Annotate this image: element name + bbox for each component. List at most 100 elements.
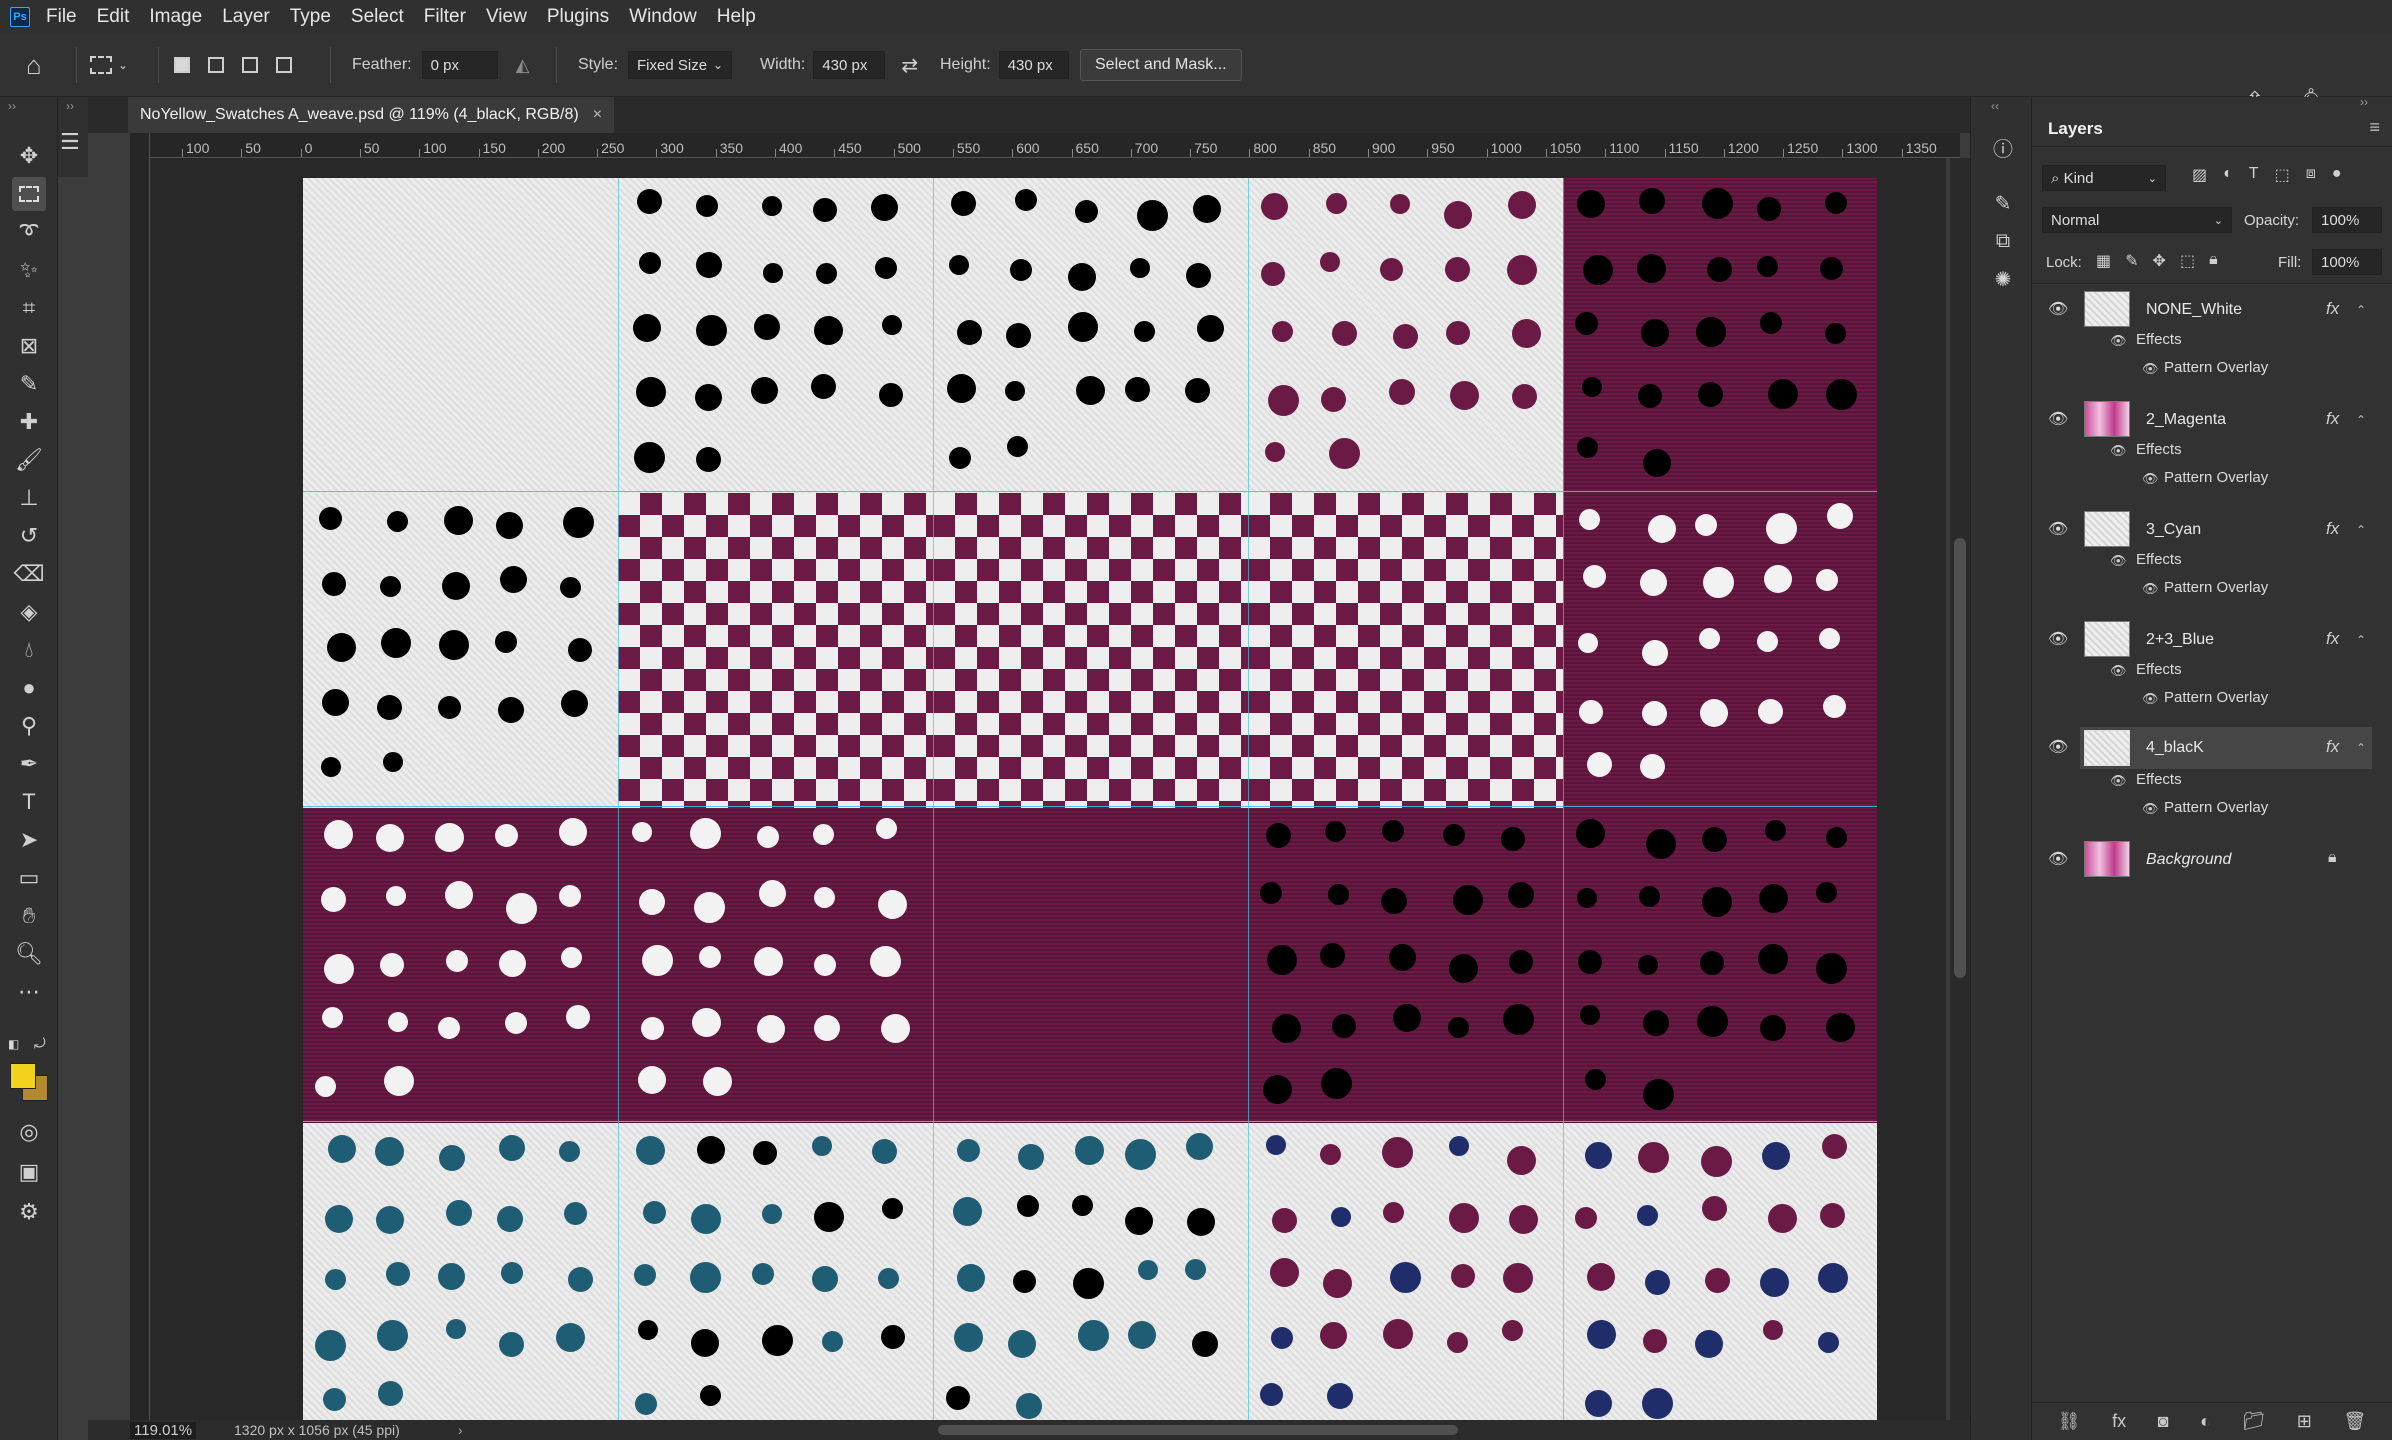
eraser-tool-icon[interactable]: ⌫: [12, 557, 46, 591]
menu-edit[interactable]: Edit: [87, 0, 140, 33]
adjustments-icon[interactable]: ✺: [1989, 265, 2017, 293]
vertical-scrollbar[interactable]: [1950, 158, 1970, 1420]
layer-effects-icon[interactable]: fx: [2326, 409, 2339, 429]
effect-eye-icon[interactable]: 👁︎: [2142, 691, 2159, 707]
quick-mask-icon[interactable]: ◎: [12, 1115, 46, 1149]
scrollbar-thumb[interactable]: [1954, 538, 1966, 978]
layer-row-2-3-blue[interactable]: 👁︎ 2+3_Blue fx ⌃ 👁︎ Effects 👁︎ Pattern O…: [2032, 619, 2372, 727]
collapse-effects-icon[interactable]: ⌃: [2356, 741, 2366, 755]
effect-pattern-overlay[interactable]: Pattern Overlay: [2164, 689, 2268, 706]
layer-name[interactable]: 2_Magenta: [2146, 411, 2226, 429]
clone-stamp-tool-icon[interactable]: ⊥: [12, 481, 46, 515]
collapse-effects-icon[interactable]: ⌃: [2356, 633, 2366, 647]
filter-type-icon[interactable]: T: [2249, 165, 2259, 185]
sponge-tool-icon[interactable]: ⚲: [12, 709, 46, 743]
path-selection-tool-icon[interactable]: ➤: [12, 823, 46, 857]
collapse-effects-icon[interactable]: ⌃: [2356, 523, 2366, 537]
visibility-eye-icon[interactable]: 👁︎: [2048, 522, 2070, 538]
fill-input[interactable]: 100%: [2312, 249, 2382, 275]
expand-panel-icon[interactable]: ››: [66, 99, 74, 113]
visibility-eye-icon[interactable]: 👁︎: [2048, 632, 2070, 648]
zoom-tool-icon[interactable]: 🔍︎: [12, 937, 46, 971]
effect-eye-icon[interactable]: 👁︎: [2142, 801, 2159, 817]
lock-transparency-icon[interactable]: ▦: [2096, 251, 2111, 271]
libraries-icon[interactable]: ⧉: [1989, 227, 2017, 255]
properties-panel-icon[interactable]: ☰: [60, 129, 80, 155]
menu-window[interactable]: Window: [619, 0, 707, 33]
vertical-guide[interactable]: [933, 178, 934, 1420]
layer-name[interactable]: 2+3_Blue: [2146, 631, 2214, 649]
rectangular-marquee-tool-icon[interactable]: [12, 177, 46, 211]
vertical-guide[interactable]: [618, 178, 619, 1420]
vertical-guide[interactable]: [1563, 178, 1564, 1420]
document-canvas[interactable]: [303, 178, 1877, 1420]
effect-pattern-overlay[interactable]: Pattern Overlay: [2164, 469, 2268, 486]
delete-layer-icon[interactable]: 🗑︎: [2343, 1411, 2366, 1432]
menu-type[interactable]: Type: [280, 0, 341, 33]
new-group-icon[interactable]: 📁︎: [2242, 1411, 2265, 1432]
filter-shape-icon[interactable]: ⬚: [2275, 165, 2290, 185]
effects-eye-icon[interactable]: 👁︎: [2110, 333, 2127, 349]
lock-all-icon[interactable]: 🔒︎: [2209, 251, 2218, 271]
layer-effects-icon[interactable]: fx: [2326, 299, 2339, 319]
visibility-eye-icon[interactable]: 👁︎: [2048, 412, 2070, 428]
lock-artboard-icon[interactable]: ⬚: [2180, 251, 2195, 271]
rectangular-marquee-preset-icon[interactable]: ⌄: [90, 33, 128, 97]
menu-view[interactable]: View: [476, 0, 537, 33]
vertical-ruler[interactable]: [130, 133, 150, 1420]
link-layers-icon[interactable]: ⛓: [2058, 1411, 2081, 1432]
horizontal-guide[interactable]: [303, 806, 1877, 807]
collapse-right-icon[interactable]: ‹‹: [1991, 99, 1999, 113]
hand-tool-icon[interactable]: ✋︎: [12, 899, 46, 933]
collapse-panel-icon[interactable]: ››: [8, 99, 16, 113]
new-layer-icon[interactable]: ⊞: [2297, 1411, 2312, 1432]
blend-mode-select[interactable]: Normal ⌄: [2042, 207, 2232, 233]
pen-tool-icon[interactable]: ✒: [12, 747, 46, 781]
intersect-selection-icon[interactable]: [270, 51, 298, 79]
lock-position-icon[interactable]: ✥: [2153, 251, 2166, 271]
paint-bucket-tool-icon[interactable]: ◈: [12, 595, 46, 629]
swap-dimensions-icon[interactable]: ⇄: [901, 53, 918, 78]
visibility-eye-icon[interactable]: 👁︎: [2048, 852, 2070, 868]
layer-effects-icon[interactable]: fx: [2326, 737, 2339, 757]
lock-pixels-icon[interactable]: ✎: [2125, 251, 2138, 271]
layer-effects-icon[interactable]: fx: [2326, 519, 2339, 539]
menu-layer[interactable]: Layer: [212, 0, 280, 33]
style-select[interactable]: Fixed Size ⌄: [628, 51, 733, 79]
magic-wand-tool-icon[interactable]: ✨︎: [12, 253, 46, 287]
blur-tool-icon[interactable]: 💧︎: [12, 633, 46, 667]
layer-name[interactable]: Background: [2146, 851, 2231, 869]
new-adjustment-layer-icon[interactable]: ◐: [2200, 1411, 2211, 1432]
layer-row-none-white[interactable]: 👁︎ NONE_White fx ⌃ 👁︎ Effects 👁︎ Pattern…: [2032, 289, 2372, 397]
layer-locked-icon[interactable]: 🔒︎: [2328, 849, 2337, 867]
info-panel-icon[interactable]: ⓘ: [1989, 133, 2017, 161]
effect-eye-icon[interactable]: 👁︎: [2142, 471, 2159, 487]
healing-brush-tool-icon[interactable]: ✚: [12, 405, 46, 439]
add-mask-icon[interactable]: ◙: [2158, 1411, 2169, 1432]
layer-name[interactable]: 4_blacK: [2146, 739, 2204, 757]
layer-name[interactable]: NONE_White: [2146, 301, 2242, 319]
horizontal-guide[interactable]: [303, 491, 1877, 492]
document-tab[interactable]: NoYellow_Swatches A_weave.psd @ 119% (4_…: [128, 97, 615, 133]
layer-row-2-magenta[interactable]: 👁︎ 2_Magenta fx ⌃ 👁︎ Effects 👁︎ Pattern …: [2032, 399, 2372, 507]
layer-row-background[interactable]: 👁︎ Background 🔒︎: [2032, 839, 2372, 885]
filter-pixel-icon[interactable]: ▨: [2192, 165, 2207, 185]
default-colors-icon[interactable]: ◧: [8, 1037, 19, 1051]
effects-eye-icon[interactable]: 👁︎: [2110, 553, 2127, 569]
brush-settings-icon[interactable]: ✎: [1989, 189, 2017, 217]
feather-input[interactable]: 0 px: [421, 51, 498, 79]
screen-mode-icon[interactable]: ▣: [12, 1155, 46, 1189]
zoom-level[interactable]: 119.01%: [130, 1421, 197, 1439]
close-tab-icon[interactable]: ×: [593, 106, 602, 124]
move-tool-icon[interactable]: ✥: [12, 139, 46, 173]
brush-tool-icon[interactable]: 🖌︎: [12, 443, 46, 477]
collapse-effects-icon[interactable]: ⌃: [2356, 413, 2366, 427]
effect-eye-icon[interactable]: 👁︎: [2142, 361, 2159, 377]
add-layer-style-icon[interactable]: fx: [2112, 1411, 2126, 1432]
visibility-eye-icon[interactable]: 👁︎: [2048, 740, 2070, 756]
collapse-effects-icon[interactable]: ⌃: [2356, 303, 2366, 317]
horizontal-ruler[interactable]: 100 50 0 50 100 150 200 250 300 350 400 450 500 550 60…: [150, 133, 1960, 158]
document-info[interactable]: 1320 px x 1056 px (45 ppi): [234, 1422, 400, 1438]
crop-tool-icon[interactable]: ⌗: [12, 291, 46, 325]
filter-adjustment-icon[interactable]: ◐: [2223, 165, 2233, 185]
